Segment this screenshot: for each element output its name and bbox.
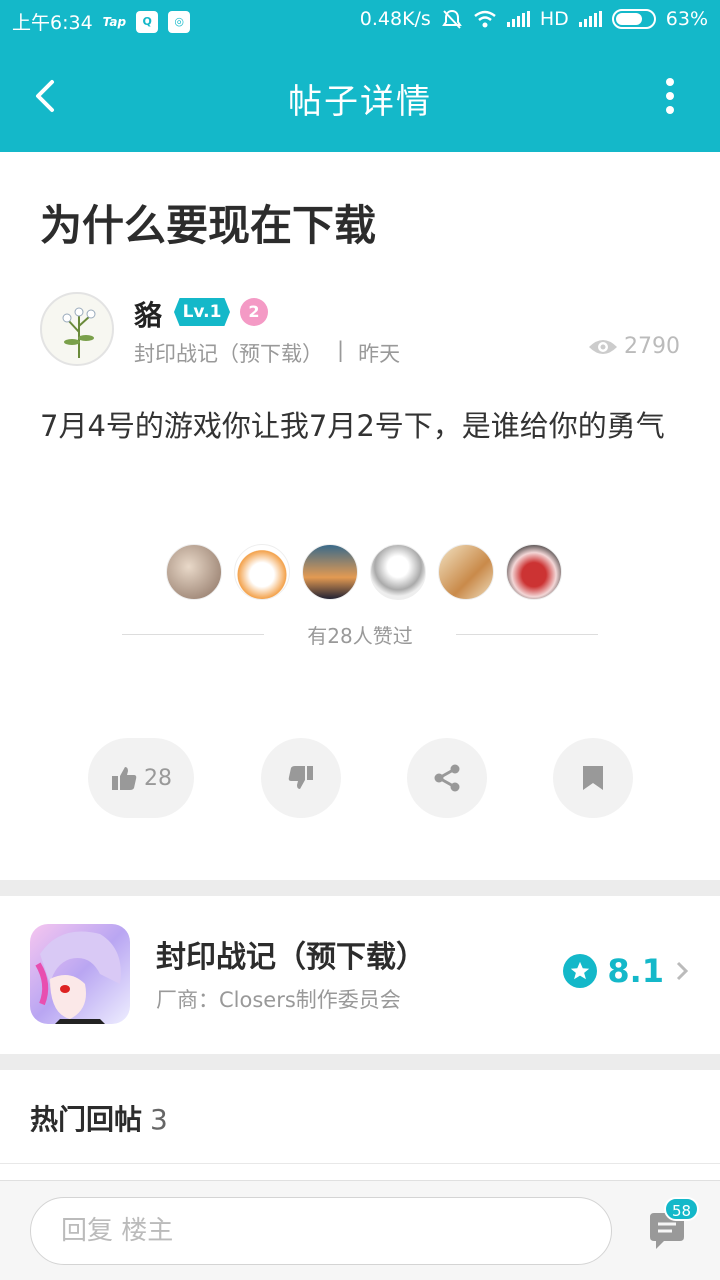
bookmark-button[interactable] — [553, 738, 633, 818]
liker-avatar[interactable] — [234, 544, 290, 600]
view-count-value: 2790 — [624, 334, 680, 359]
game-developer: 厂商：Closers制作委员会 — [156, 988, 401, 1012]
thumbs-down-icon — [288, 766, 313, 789]
status-time: 上午6:34 — [12, 12, 93, 34]
hot-replies-title: 热门回帖 — [30, 1103, 143, 1136]
post-meta: 封印战记（预下载） | 昨天 — [134, 338, 400, 368]
more-options-icon[interactable] — [664, 78, 676, 114]
medal-badge: 2 — [240, 298, 268, 326]
chevron-right-icon — [676, 961, 689, 981]
post-body: 7月4号的游戏你让我7月2号下，是谁给你的勇气 — [40, 409, 665, 443]
share-button[interactable] — [407, 738, 487, 818]
level-badge: Lv.1 — [174, 298, 230, 326]
liker-avatar[interactable] — [438, 544, 494, 600]
signal-icon — [506, 11, 530, 27]
reply-input[interactable]: 回复 楼主 — [30, 1197, 612, 1265]
tap-icon: Tap — [102, 14, 127, 29]
liker-avatar[interactable] — [166, 544, 222, 600]
battery-icon — [611, 9, 656, 29]
post-title: 为什么要现在下载 — [40, 201, 377, 250]
status-bar: 上午6:34 Tap Q ◎ 0.48K/s HD 63% — [0, 0, 720, 40]
author-name[interactable]: 貉 — [134, 294, 162, 334]
section-separator — [0, 880, 720, 896]
section-separator — [0, 1054, 720, 1070]
game-card[interactable]: 封印战记（预下载） 厂商：Closers制作委员会 8.1 — [0, 896, 720, 1054]
network-speed: 0.48K/s — [359, 8, 431, 30]
eye-icon — [589, 339, 617, 354]
forum-link[interactable]: 封印战记（预下载） — [134, 338, 323, 368]
like-button[interactable]: 28 — [88, 738, 194, 818]
signal-icon-2 — [578, 11, 602, 27]
like-count: 28 — [144, 765, 172, 791]
divider — [456, 634, 598, 635]
post-actions: 28 — [0, 738, 720, 820]
page-title: 帖子详情 — [288, 82, 432, 122]
liker-avatars[interactable] — [166, 544, 562, 600]
app-header: 帖子详情 — [0, 40, 720, 152]
battery-percent: 63% — [665, 8, 708, 30]
qq-icon: Q — [136, 10, 159, 33]
hd-label: HD — [539, 8, 569, 30]
liked-summary: 有28人赞过 — [122, 620, 598, 648]
bookmark-icon — [583, 766, 603, 790]
star-icon — [563, 954, 598, 988]
comment-count-badge: 58 — [664, 1197, 700, 1221]
game-rating[interactable]: 8.1 — [563, 952, 690, 990]
author-avatar[interactable] — [40, 292, 114, 366]
hot-replies-count: 3 — [150, 1103, 168, 1136]
liker-avatar[interactable] — [506, 544, 562, 600]
view-count: 2790 — [588, 334, 680, 359]
divider — [0, 1163, 720, 1164]
game-icon[interactable] — [30, 924, 130, 1024]
reply-bar: 回复 楼主 58 — [0, 1180, 720, 1280]
liker-avatar[interactable] — [370, 544, 426, 600]
mute-bell-icon — [441, 9, 462, 29]
app-notification-icon: ◎ — [168, 10, 191, 33]
thumbs-up-icon — [112, 767, 137, 790]
game-name[interactable]: 封印战记（预下载） — [156, 932, 426, 976]
dislike-button[interactable] — [261, 738, 341, 818]
share-icon — [434, 764, 460, 792]
liker-avatar[interactable] — [302, 544, 358, 600]
meta-separator: | — [337, 338, 345, 362]
wifi-icon — [474, 10, 496, 28]
hot-replies-header: 热门回帖 3 — [30, 1098, 168, 1138]
post-time: 昨天 — [358, 342, 401, 366]
rating-value: 8.1 — [607, 952, 664, 990]
